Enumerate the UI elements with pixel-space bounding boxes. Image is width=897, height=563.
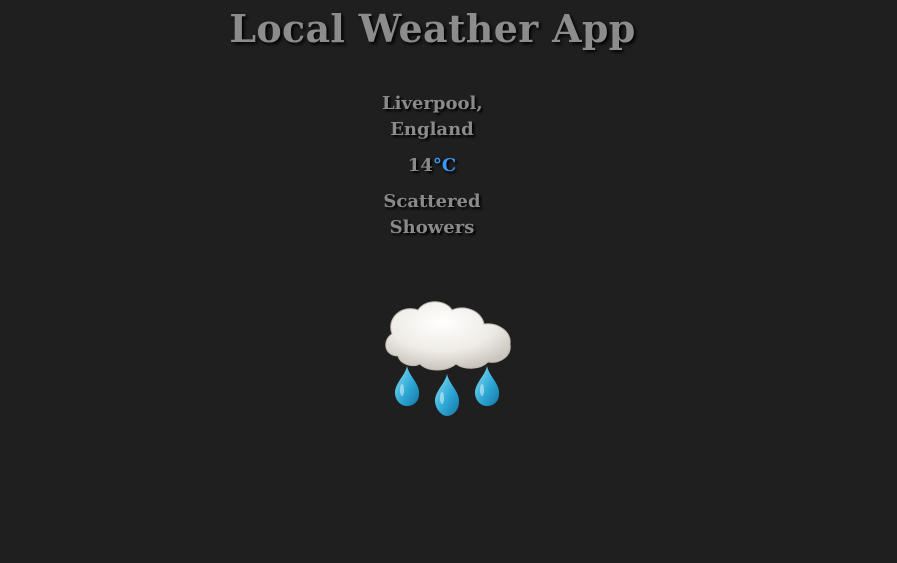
- condition-line-2: Showers: [389, 217, 475, 238]
- cloud-rain-icon: [380, 298, 516, 422]
- temperature-unit-toggle[interactable]: °C: [433, 155, 456, 176]
- app-title: Local Weather App: [229, 6, 636, 51]
- weather-condition: Scattered Showers: [382, 189, 482, 241]
- location-country: England: [390, 119, 474, 140]
- cloud-shape: [385, 301, 511, 371]
- raindrops: [394, 366, 500, 416]
- temperature: 14°C: [382, 153, 482, 179]
- temperature-value: 14: [407, 155, 433, 176]
- location-city: Liverpool,: [382, 93, 483, 114]
- condition-line-1: Scattered: [383, 191, 481, 212]
- location: Liverpool, England: [382, 91, 483, 143]
